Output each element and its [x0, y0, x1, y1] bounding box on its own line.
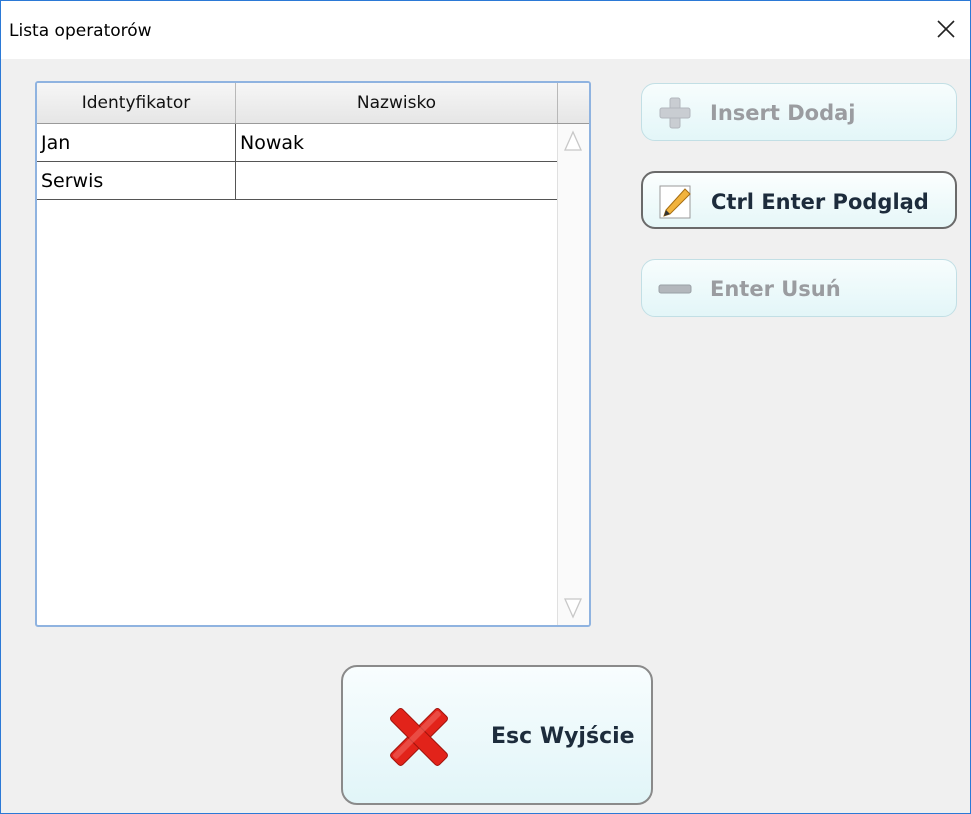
column-header-identyfikator[interactable]: Identyfikator	[37, 83, 236, 123]
exit-button-label: Esc Wyjście	[491, 724, 635, 749]
delete-button-label: Enter Usuń	[710, 277, 841, 301]
close-icon[interactable]	[932, 15, 960, 43]
delete-button[interactable]: Enter Usuń	[641, 259, 957, 317]
plus-icon	[659, 97, 691, 129]
scroll-up-icon[interactable]	[564, 130, 582, 152]
scroll-down-icon[interactable]	[564, 597, 582, 619]
operator-list-dialog: Lista operatorów Identyfikator Nazwisko …	[0, 0, 971, 814]
column-header-filler	[558, 83, 589, 123]
insert-button[interactable]: Insert Dodaj	[641, 83, 957, 141]
exit-button[interactable]: Esc Wyjście	[341, 665, 653, 805]
window-title: Lista operatorów	[9, 21, 152, 41]
title-bar: Lista operatorów	[1, 1, 970, 59]
cell-identyfikator[interactable]: Jan	[37, 124, 236, 161]
preview-button-label: Ctrl Enter Podgląd	[711, 190, 929, 214]
preview-button[interactable]: Ctrl Enter Podgląd	[641, 171, 957, 229]
cell-identyfikator[interactable]: Serwis	[37, 162, 236, 199]
pencil-icon	[659, 185, 691, 219]
minus-icon	[658, 284, 692, 294]
column-header-nazwisko[interactable]: Nazwisko	[236, 83, 558, 123]
table-header: Identyfikator Nazwisko	[37, 83, 589, 124]
operator-table[interactable]: Identyfikator Nazwisko Jan Nowak Serwis	[35, 81, 591, 627]
table-row[interactable]: Serwis	[37, 162, 558, 200]
table-row[interactable]: Jan Nowak	[37, 124, 558, 162]
cell-nazwisko[interactable]	[236, 162, 558, 199]
cell-nazwisko[interactable]: Nowak	[236, 124, 558, 161]
vertical-scrollbar[interactable]	[557, 124, 589, 625]
red-x-icon	[390, 708, 448, 766]
insert-button-label: Insert Dodaj	[710, 101, 856, 125]
